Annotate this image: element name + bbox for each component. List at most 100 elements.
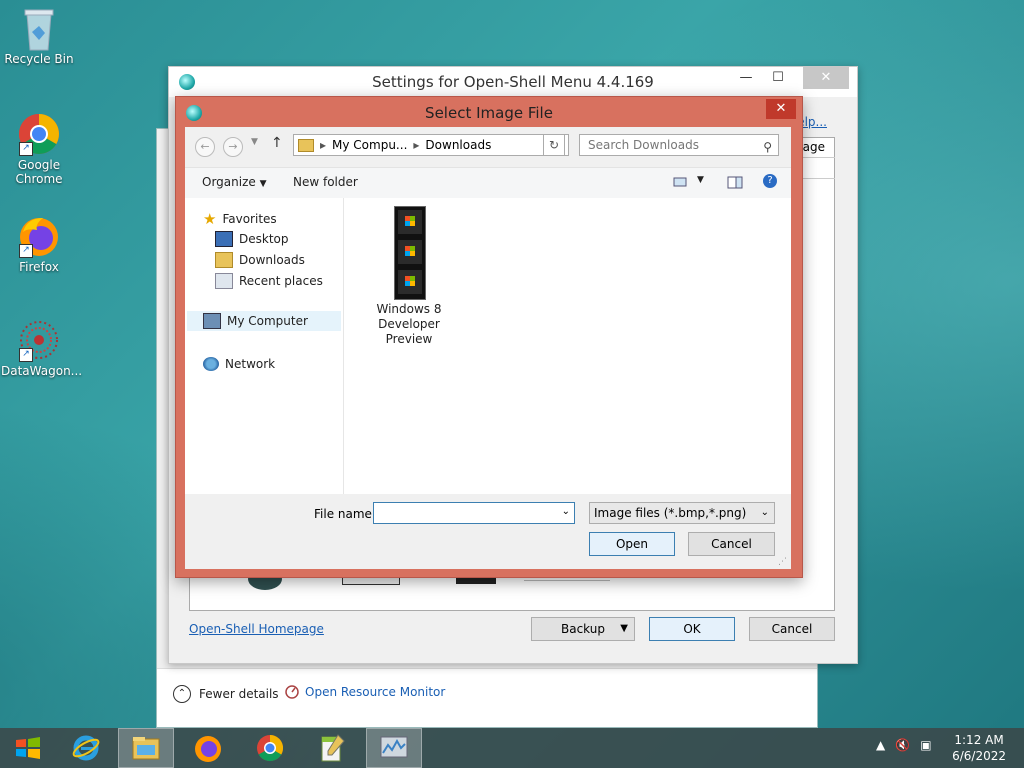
folder-icon — [298, 138, 314, 152]
frame — [398, 210, 422, 234]
address-bar[interactable]: ▸ My Compu... ▸ Downloads ⌄ — [293, 134, 569, 156]
cancel-button[interactable]: Cancel — [749, 617, 835, 641]
recent-places-icon — [215, 273, 233, 289]
forward-arrow-icon[interactable]: → — [223, 137, 243, 157]
nav-network[interactable]: Network — [203, 357, 275, 371]
chevron-down-icon: ⌄ — [760, 507, 769, 518]
resize-grip-icon[interactable]: ⋰ — [778, 557, 787, 567]
organize-label: Organize — [202, 175, 256, 189]
nav-computer-label: My Computer — [227, 314, 308, 328]
star-icon: ★ — [203, 210, 217, 228]
dialog-cancel-label: Cancel — [711, 537, 752, 551]
chevron-down-icon[interactable]: ⌄ — [562, 506, 570, 517]
chrome-icon: ↗ — [17, 112, 61, 156]
clock-date: 6/6/2022 — [952, 749, 1006, 763]
select-image-dialog: Select Image File ✕ ← → ▼ ↑ ▸ My Compu..… — [175, 96, 803, 578]
search-placeholder: Search Downloads — [588, 138, 699, 152]
nav-favorites[interactable]: ★ Favorites — [203, 210, 277, 228]
refresh-icon[interactable]: ↻ — [543, 134, 565, 156]
maximize-button[interactable]: ☐ — [763, 67, 793, 89]
firefox-icon — [195, 736, 221, 762]
nav-recent-places[interactable]: Recent places — [215, 273, 323, 289]
back-arrow-icon[interactable]: ← — [195, 137, 215, 157]
taskbar-notepadpp[interactable] — [304, 728, 360, 768]
breadcrumb-downloads[interactable]: Downloads — [425, 138, 491, 152]
frame — [398, 270, 422, 294]
taskbar-file-explorer[interactable] — [118, 728, 174, 768]
recent-dropdown-icon[interactable]: ▼ — [251, 137, 258, 147]
frame — [398, 240, 422, 264]
file-explorer-icon — [132, 737, 160, 760]
nav-downloads[interactable]: Downloads — [215, 252, 305, 268]
task-manager-icon — [380, 736, 408, 758]
recycle-bin-icon — [17, 6, 61, 51]
shortcut-arrow-icon: ↗ — [19, 244, 33, 258]
settings-title-bar[interactable]: Settings for Open-Shell Menu 4.4.169 — ☐… — [169, 67, 857, 97]
desktop-icon-firefox[interactable]: ↗ Firefox — [1, 214, 77, 274]
backup-button[interactable]: Backup ▼ — [531, 617, 635, 641]
view-options-icon[interactable] — [673, 176, 687, 191]
file-list: Windows 8 Developer Preview — [344, 198, 791, 494]
network-tray-icon[interactable]: ▣ — [920, 738, 931, 752]
show-hidden-icons-icon[interactable]: ▲ — [876, 738, 885, 752]
clock[interactable]: 1:12 AM 6/6/2022 — [952, 732, 1006, 764]
taskbar-internet-explorer[interactable] — [58, 728, 114, 768]
breadcrumb-my-computer[interactable]: My Compu... — [332, 138, 407, 152]
search-icon[interactable]: ⚲ — [763, 137, 772, 157]
task-manager-footer: ⌃ Fewer details Open Resource Monitor — [157, 668, 817, 727]
nav-recent-label: Recent places — [239, 274, 323, 288]
organize-button[interactable]: Organize ▼ — [202, 175, 267, 189]
homepage-link[interactable]: Open-Shell Homepage — [189, 622, 324, 636]
ok-button[interactable]: OK — [649, 617, 735, 641]
help-icon[interactable]: ? — [763, 174, 777, 188]
desktop-icon-datawagon[interactable]: ↗ DataWagon... — [1, 318, 82, 378]
dialog-bottom-area: File name: ⌄ Image files (*.bmp,*.png) ⌄… — [185, 494, 791, 569]
desktop-icon-label: Google Chrome — [15, 158, 63, 186]
preview-pane-icon[interactable] — [727, 176, 743, 192]
view-dropdown-icon[interactable]: ▼ — [697, 175, 704, 185]
address-row: ← → ▼ ↑ ▸ My Compu... ▸ Downloads ⌄ ↻ Se… — [185, 127, 791, 167]
dialog-title-bar[interactable]: Select Image File ✕ — [176, 97, 802, 127]
dialog-body: ← → ▼ ↑ ▸ My Compu... ▸ Downloads ⌄ ↻ Se… — [185, 127, 791, 569]
navigation-pane: ★ Favorites Desktop Downloads Recent pla… — [185, 198, 344, 494]
taskbar-chrome[interactable] — [242, 728, 298, 768]
new-folder-button[interactable]: New folder — [293, 175, 358, 189]
windows-logo-icon — [405, 216, 415, 226]
search-input[interactable]: Search Downloads ⚲ — [579, 134, 779, 156]
nav-downloads-label: Downloads — [239, 253, 305, 267]
windows-logo-icon — [405, 246, 415, 256]
open-resource-monitor-link[interactable]: Open Resource Monitor — [285, 685, 445, 699]
nav-desktop-label: Desktop — [239, 232, 289, 246]
taskbar-task-manager[interactable] — [366, 728, 422, 768]
file-type-select[interactable]: Image files (*.bmp,*.png) ⌄ — [589, 502, 775, 524]
cancel-label: Cancel — [771, 622, 813, 636]
file-name-input[interactable]: ⌄ — [373, 502, 575, 524]
dialog-close-button[interactable]: ✕ — [766, 99, 796, 119]
minimize-button[interactable]: — — [731, 67, 761, 89]
start-button[interactable] — [0, 728, 56, 768]
breadcrumb-separator-icon: ▸ — [320, 138, 327, 152]
open-button[interactable]: Open — [589, 532, 675, 556]
settings-title: Settings for Open-Shell Menu 4.4.169 — [372, 73, 654, 91]
desktop-icon-google-chrome[interactable]: ↗ Google Chrome — [1, 112, 77, 186]
open-shell-icon — [186, 105, 202, 121]
shortcut-arrow-icon: ↗ — [19, 142, 33, 156]
nav-desktop[interactable]: Desktop — [215, 231, 289, 247]
windows-logo-icon — [405, 276, 415, 286]
shortcut-arrow-icon: ↗ — [19, 348, 33, 362]
clock-time: 1:12 AM — [954, 733, 1004, 747]
computer-icon — [203, 313, 221, 329]
fewer-details-button[interactable]: ⌃ Fewer details — [173, 685, 279, 703]
close-button[interactable]: ✕ — [803, 67, 849, 89]
up-arrow-icon[interactable]: ↑ — [271, 135, 283, 151]
desktop-icon-recycle-bin[interactable]: Recycle Bin — [1, 6, 77, 66]
dialog-cancel-button[interactable]: Cancel — [688, 532, 775, 556]
dialog-toolbar: Organize ▼ New folder ▼ ? — [185, 167, 791, 199]
internet-explorer-icon — [72, 735, 100, 761]
dropdown-arrow-icon: ▼ — [259, 179, 267, 189]
resource-monitor-icon — [285, 685, 299, 699]
volume-muted-icon[interactable]: 🔇 — [895, 738, 910, 752]
nav-my-computer[interactable]: My Computer — [187, 311, 341, 331]
datawagon-icon: ↗ — [17, 318, 61, 362]
taskbar-firefox[interactable] — [180, 728, 236, 768]
